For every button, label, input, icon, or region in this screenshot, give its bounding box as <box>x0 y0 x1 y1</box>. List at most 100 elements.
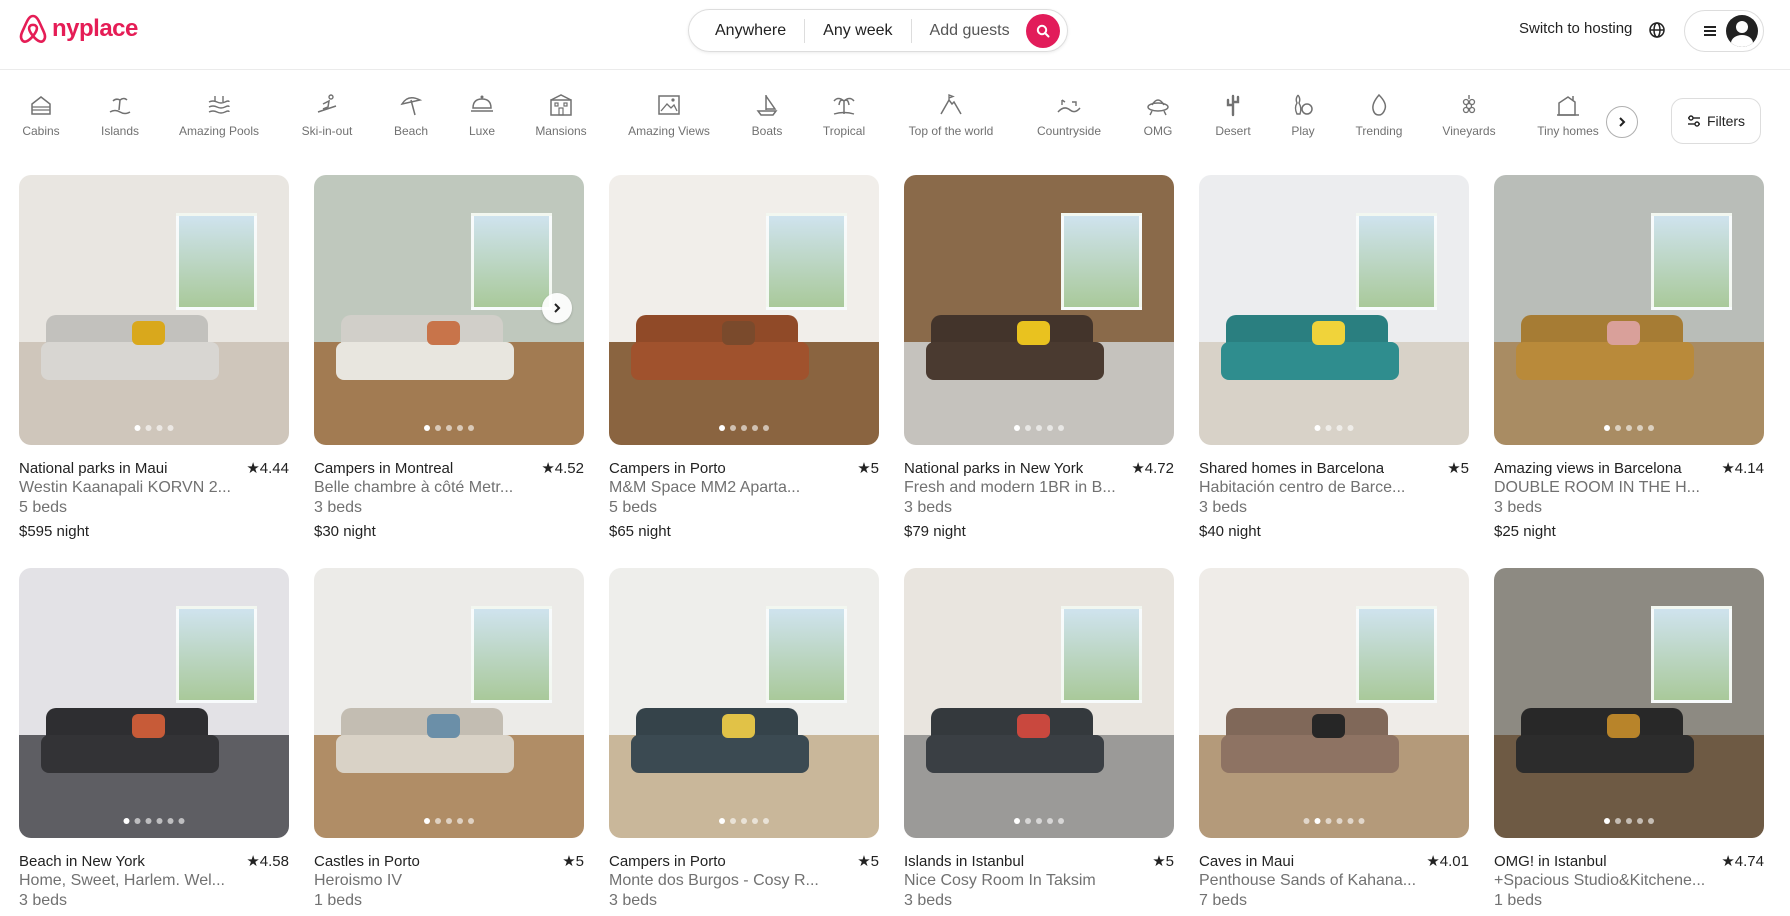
listing-photo[interactable] <box>904 175 1174 445</box>
photo-dot[interactable] <box>156 818 163 824</box>
photo-dot[interactable] <box>1604 425 1610 431</box>
photo-dot[interactable] <box>1648 425 1654 431</box>
listing-photo[interactable] <box>314 568 584 838</box>
photo-dot[interactable] <box>134 425 141 431</box>
photo-dot[interactable] <box>763 425 769 431</box>
photo-dot[interactable] <box>1014 425 1020 431</box>
photo-dot[interactable] <box>741 818 747 824</box>
photo-dot[interactable] <box>1314 425 1321 431</box>
listing-card[interactable]: Shared homes in Barcelona ★5 Habitación ce… <box>1199 175 1469 543</box>
listing-card[interactable]: Campers in Porto ★5 Monte dos Burgos - Cos… <box>609 568 879 911</box>
photo-dot[interactable] <box>134 818 141 824</box>
listing-photo[interactable] <box>19 175 289 445</box>
photo-next-button[interactable] <box>542 293 572 323</box>
listing-photo[interactable] <box>1199 568 1469 838</box>
listing-card[interactable]: Castles in Porto ★5 Heroismo IV 1 beds <box>314 568 584 911</box>
photo-dot[interactable] <box>1347 818 1354 824</box>
category-mansions[interactable]: Mansions <box>506 92 616 138</box>
listing-photo[interactable] <box>1494 568 1764 838</box>
photo-dot[interactable] <box>1303 818 1310 824</box>
photo-dot[interactable] <box>457 425 463 431</box>
photo-dot[interactable] <box>719 818 725 824</box>
listing-photo[interactable] <box>904 568 1174 838</box>
photo-dot[interactable] <box>1336 425 1343 431</box>
listing-photo[interactable] <box>609 568 879 838</box>
photo-dot[interactable] <box>1314 818 1321 824</box>
search-bar[interactable]: Anywhere Any week Add guests <box>688 9 1068 52</box>
listing-photo[interactable] <box>314 175 584 445</box>
photo-dot[interactable] <box>167 425 174 431</box>
photo-dot[interactable] <box>1358 818 1365 824</box>
search-add-guests[interactable]: Add guests <box>912 19 1024 43</box>
listing-card[interactable]: Beach in New York ★4.58 Home, Sweet, Harle… <box>19 568 289 911</box>
listing-card[interactable]: Amazing views in Barcelona ★4.14 DOUBLE RO… <box>1494 175 1764 543</box>
photo-dot[interactable] <box>1325 425 1332 431</box>
photo-dot[interactable] <box>156 425 163 431</box>
photo-dot[interactable] <box>145 818 152 824</box>
user-menu-button[interactable] <box>1684 10 1764 52</box>
filters-button[interactable]: Filters <box>1671 98 1761 144</box>
photo-dot[interactable] <box>1637 818 1643 824</box>
listing-card[interactable]: Campers in Porto ★5 M&M Space MM2 Aparta..… <box>609 175 879 543</box>
photo-dot[interactable] <box>741 425 747 431</box>
photo-dot[interactable] <box>1014 818 1020 824</box>
photo-dot[interactable] <box>1047 818 1053 824</box>
photo-dot[interactable] <box>730 425 736 431</box>
listing-card[interactable]: Caves in Maui ★4.01 Penthouse Sands of Kah… <box>1199 568 1469 911</box>
photo-dot[interactable] <box>1025 818 1031 824</box>
search-any-week[interactable]: Any week <box>805 18 912 43</box>
photo-dot[interactable] <box>123 818 130 824</box>
photo-dot[interactable] <box>468 818 474 824</box>
photo-dot[interactable] <box>1604 818 1610 824</box>
photo-dot[interactable] <box>1036 425 1042 431</box>
category-scroll-next-button[interactable] <box>1606 106 1638 138</box>
photo-dot[interactable] <box>1047 425 1053 431</box>
category-vineyards[interactable]: Vineyards <box>1414 92 1524 138</box>
photo-dot[interactable] <box>1325 818 1332 824</box>
photo-dot[interactable] <box>1347 425 1354 431</box>
photo-dot[interactable] <box>1615 818 1621 824</box>
search-anywhere[interactable]: Anywhere <box>689 18 806 43</box>
photo-dot[interactable] <box>435 818 441 824</box>
photo-dot[interactable] <box>1058 425 1064 431</box>
listing-card[interactable]: National parks in New York ★4.72 Fresh and… <box>904 175 1174 543</box>
photo-dot[interactable] <box>167 818 174 824</box>
photo-dot[interactable] <box>1025 425 1031 431</box>
photo-dot[interactable] <box>730 818 736 824</box>
photo-dot[interactable] <box>178 818 185 824</box>
listing-card[interactable]: OMG! in Istanbul ★4.74 +Spacious Studio&Ki… <box>1494 568 1764 911</box>
category-top-of-the-world[interactable]: Top of the world <box>896 92 1006 138</box>
listing-card[interactable]: National parks in Maui ★4.44 Westin Kaanap… <box>19 175 289 543</box>
photo-dot[interactable] <box>1615 425 1621 431</box>
photo-dot[interactable] <box>1336 818 1343 824</box>
photo-dot[interactable] <box>763 818 769 824</box>
photo-dot[interactable] <box>1626 425 1632 431</box>
category-amazing-views[interactable]: Amazing Views <box>614 92 724 138</box>
listing-photo[interactable] <box>1199 175 1469 445</box>
photo-dot[interactable] <box>457 818 463 824</box>
photo-dot[interactable] <box>1058 818 1064 824</box>
photo-dot[interactable] <box>1626 818 1632 824</box>
photo-dot[interactable] <box>752 818 758 824</box>
switch-to-hosting-link[interactable]: Switch to hosting <box>1519 20 1632 37</box>
photo-dot[interactable] <box>435 425 441 431</box>
listing-photo[interactable] <box>609 175 879 445</box>
photo-dot[interactable] <box>1648 818 1654 824</box>
listing-photo[interactable] <box>19 568 289 838</box>
category-islands[interactable]: Islands <box>65 92 175 138</box>
photo-dot[interactable] <box>752 425 758 431</box>
category-amazing-pools[interactable]: Amazing Pools <box>164 92 274 138</box>
photo-dot[interactable] <box>424 425 430 431</box>
listing-card[interactable]: Campers in Montreal ★4.52 Belle chambre à … <box>314 175 584 543</box>
photo-dot[interactable] <box>446 425 452 431</box>
photo-dot[interactable] <box>424 818 430 824</box>
photo-dot[interactable] <box>719 425 725 431</box>
search-button[interactable] <box>1025 13 1060 48</box>
listing-card[interactable]: Islands in Istanbul ★5 Nice Cosy Room In T… <box>904 568 1174 911</box>
listing-photo[interactable] <box>1494 175 1764 445</box>
photo-dot[interactable] <box>145 425 152 431</box>
category-tropical[interactable]: Tropical <box>789 92 899 138</box>
photo-dot[interactable] <box>1637 425 1643 431</box>
photo-dot[interactable] <box>1036 818 1042 824</box>
photo-dot[interactable] <box>468 425 474 431</box>
